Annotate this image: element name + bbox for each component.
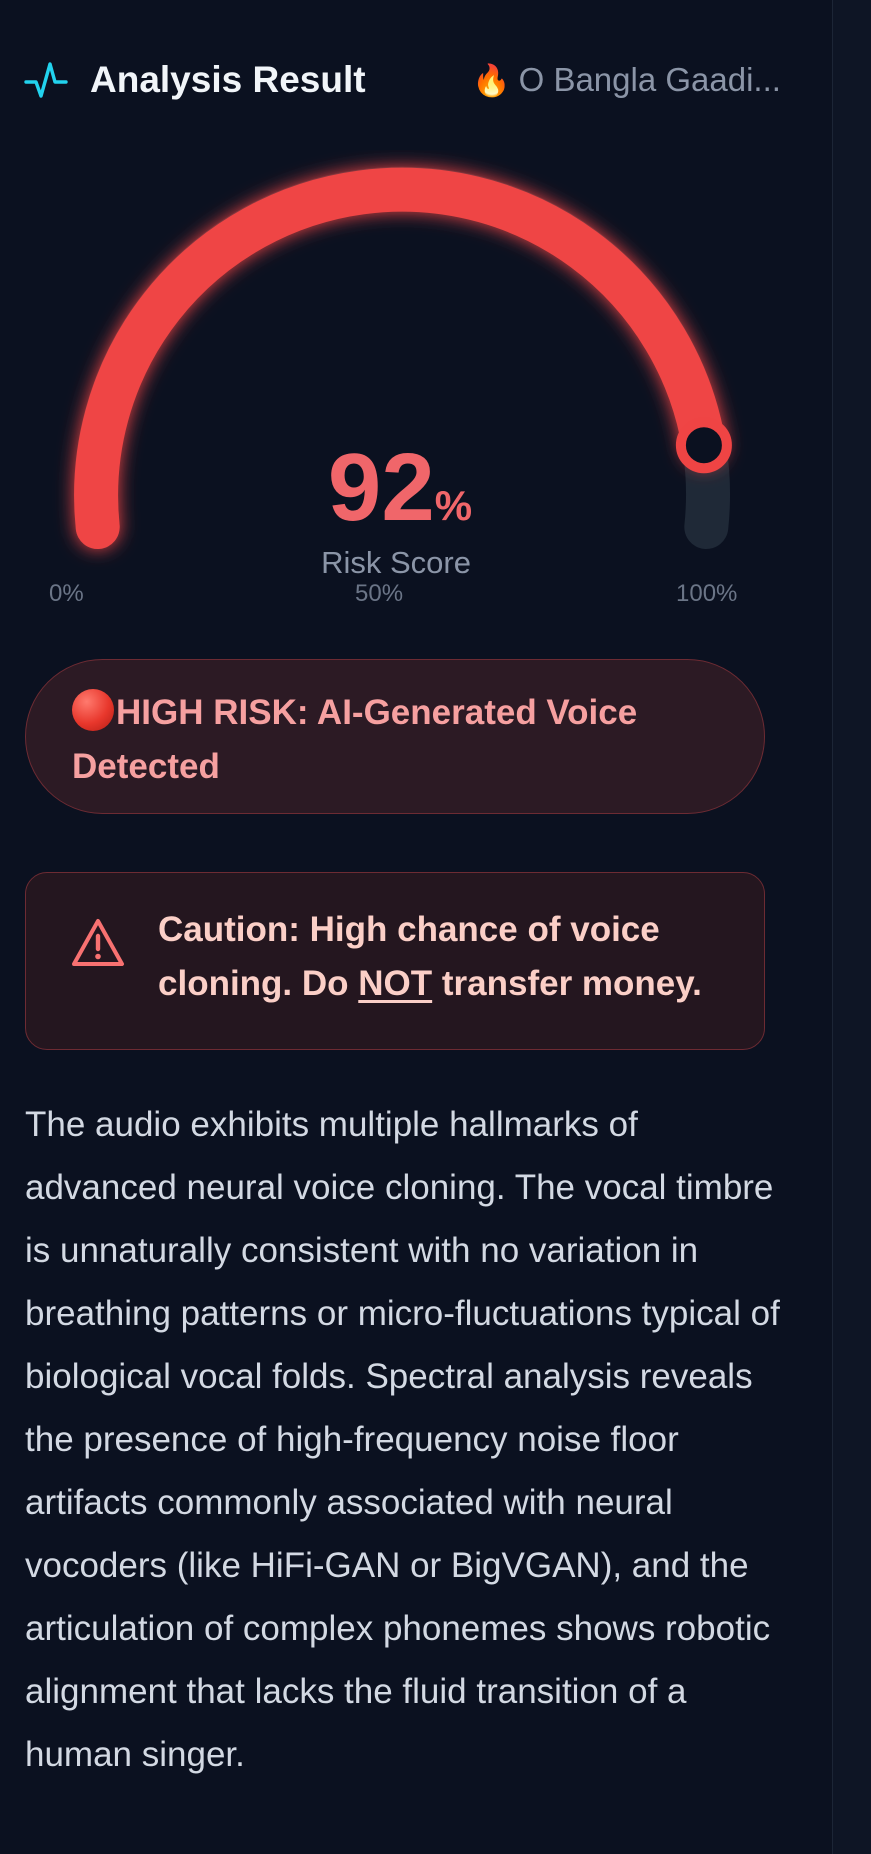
caution-message: Caution: High chance of voice cloning. D…: [158, 903, 748, 1011]
fire-icon: 🔥: [472, 63, 511, 98]
caution-text-after: transfer money.: [432, 964, 702, 1003]
caution-alert: Caution: High chance of voice cloning. D…: [25, 872, 765, 1050]
risk-verdict-label: HIGH RISK: AI-Generated Voice Detected: [72, 693, 638, 786]
analysis-result-panel: Analysis Result 🔥O Bangla Gaadi... 92%: [0, 0, 871, 1854]
risk-score-value: 92%: [280, 433, 520, 543]
risk-verdict-badge: HIGH RISK: AI-Generated Voice Detected: [25, 659, 765, 814]
gauge-tick-min: 0%: [49, 580, 84, 607]
risk-verdict-text: HIGH RISK: AI-Generated Voice Detected: [72, 686, 724, 794]
side-gutter: [833, 0, 871, 1854]
risk-score-unit: %: [434, 482, 473, 529]
gauge-tick-max: 100%: [676, 580, 738, 607]
caution-emphasis: NOT: [358, 964, 433, 1003]
page-title: Analysis Result: [90, 59, 366, 100]
risk-gauge: 92% Risk Score 0% 50% 100%: [0, 150, 800, 620]
warning-triangle-icon: [72, 919, 124, 966]
activity-pulse-icon: [24, 62, 68, 98]
risk-score-number: 92: [327, 434, 435, 541]
red-circle-icon: [72, 689, 114, 731]
panel-header: Analysis Result 🔥 O Bangla Gaadi...: [24, 52, 781, 108]
risk-score-label: Risk Score: [321, 545, 471, 580]
track-name: 🔥 O Bangla Gaadi...: [472, 58, 792, 102]
track-name-label: O Bangla Gaadi...: [518, 61, 781, 98]
analysis-description: The audio exhibits multiple hallmarks of…: [25, 1105, 780, 1774]
gauge-knob: [675, 417, 732, 474]
gauge-tick-mid: 50%: [355, 580, 404, 607]
